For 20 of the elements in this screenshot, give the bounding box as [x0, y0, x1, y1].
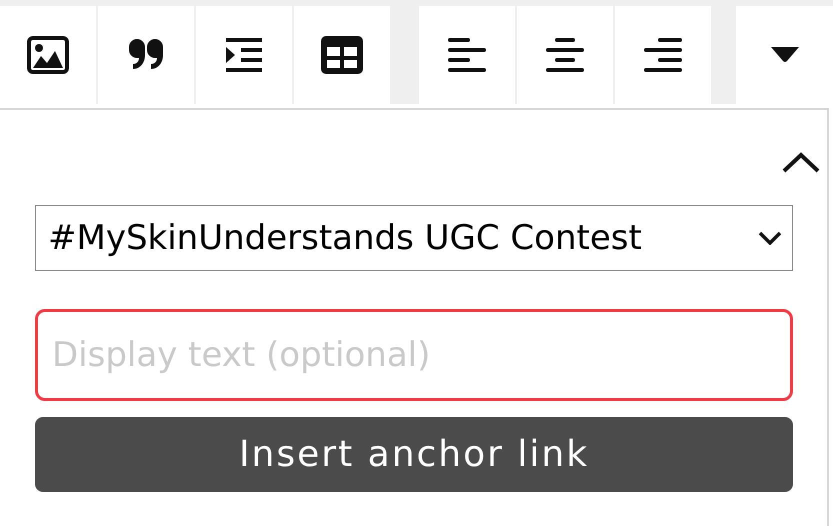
section-select[interactable]: #MySkinUnderstands UGC Contest: [35, 205, 793, 271]
align-center-icon: [546, 37, 584, 73]
align-left-button[interactable]: [419, 6, 515, 104]
align-center-button[interactable]: [517, 6, 613, 104]
more-button[interactable]: [736, 6, 833, 104]
image-button[interactable]: [0, 6, 96, 104]
blockquote-button[interactable]: [98, 6, 194, 104]
quote-icon: [127, 39, 165, 71]
align-right-icon: [644, 37, 682, 73]
chevron-up-icon: [781, 152, 821, 174]
align-right-button[interactable]: [615, 6, 711, 104]
table-icon: [321, 36, 363, 74]
chevron-down-icon: [758, 231, 782, 245]
image-icon: [27, 36, 69, 74]
indent-button[interactable]: [196, 6, 292, 104]
align-left-icon: [448, 37, 486, 73]
insert-anchor-link-button[interactable]: Insert anchor link: [35, 417, 793, 492]
indent-icon: [225, 37, 263, 73]
table-button[interactable]: [294, 6, 390, 104]
caret-down-icon: [770, 47, 798, 63]
